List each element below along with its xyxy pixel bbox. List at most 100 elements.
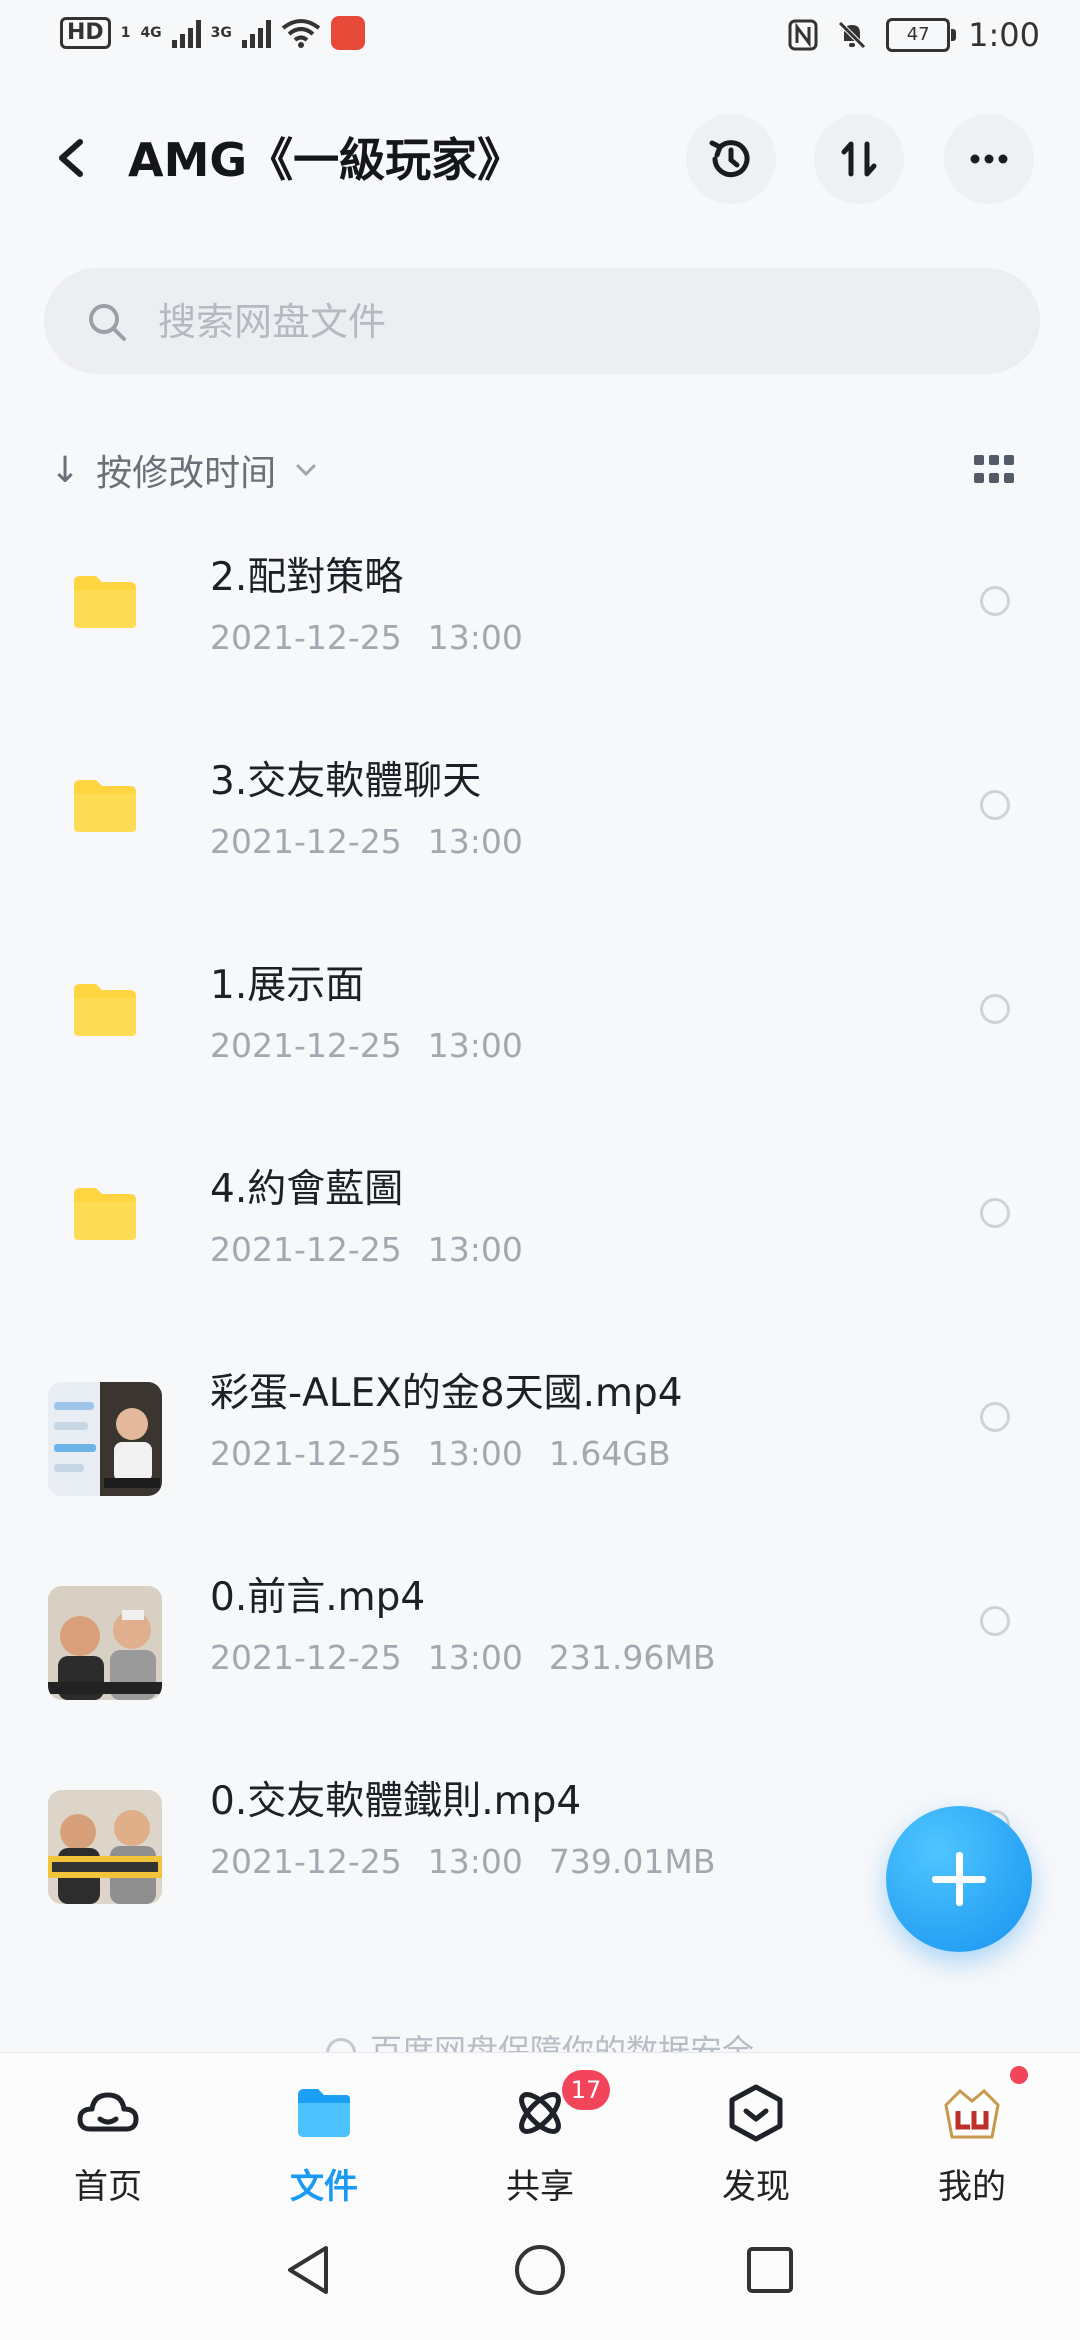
- file-row[interactable]: 3.交友軟體聊天 2021-12-25 13:00: [0, 714, 1080, 918]
- chevron-left-icon: [59, 139, 83, 177]
- clock: 1:00: [968, 16, 1040, 54]
- folder-icon: [74, 1188, 136, 1240]
- file-date: 2021-12-25: [210, 618, 402, 657]
- status-right: 47 1:00: [788, 16, 1040, 54]
- history-button[interactable]: [686, 114, 776, 204]
- file-time: 13:00: [427, 1230, 523, 1269]
- file-meta: 2021-12-25 13:00: [210, 1026, 549, 1065]
- file-date: 2021-12-25: [210, 822, 402, 861]
- nav-home[interactable]: 首页: [0, 2053, 216, 2207]
- system-recents-icon[interactable]: [744, 2242, 796, 2298]
- file-meta: 2021-12-25 13:00 1.64GB: [210, 1434, 697, 1473]
- file-size: 231.96MB: [548, 1638, 716, 1677]
- discover-icon: [729, 2084, 783, 2142]
- history-icon: [709, 140, 750, 178]
- nav-share[interactable]: 共享: [432, 2053, 648, 2207]
- file-name: 1.展示面: [210, 963, 365, 1008]
- file-date: 2021-12-25: [210, 1434, 402, 1473]
- file-name: 0.交友軟體鐵則.mp4: [210, 1779, 582, 1824]
- search-icon: [89, 304, 126, 341]
- cloud-home-icon: [77, 2092, 139, 2132]
- nfc-icon: [788, 19, 818, 51]
- select-checkbox[interactable]: [980, 1198, 1010, 1228]
- file-date: 2021-12-25: [210, 1230, 402, 1269]
- nav-label: 发现: [722, 2167, 790, 2207]
- folder-icon: [74, 576, 136, 628]
- file-meta: 2021-12-25 13:00: [210, 1230, 549, 1269]
- system-home-icon[interactable]: [512, 2242, 568, 2298]
- network-type-1: 4G: [140, 25, 162, 41]
- file-name: 4.約會藍圖: [210, 1167, 404, 1212]
- file-name: 2.配對策略: [210, 555, 404, 600]
- file-time: 13:00: [427, 822, 523, 861]
- nav-discover[interactable]: 发现: [648, 2053, 864, 2207]
- system-nav-bar: [0, 2202, 1080, 2340]
- folder-icon: [298, 2089, 350, 2137]
- file-row[interactable]: 彩蛋-ALEX的金8天國.mp4 2021-12-25 13:00 1.64GB: [0, 1326, 1080, 1530]
- search-input[interactable]: [156, 292, 960, 352]
- nav-label: 首页: [74, 2167, 142, 2207]
- app-notification-icon: [330, 16, 365, 50]
- status-left: HD 1 4G 3G: [60, 16, 365, 50]
- video-thumbnail: [48, 1586, 162, 1700]
- signal-icon-2: [241, 18, 271, 48]
- file-name: 0.前言.mp4: [210, 1575, 426, 1620]
- chevron-down-icon: [296, 464, 316, 477]
- select-checkbox[interactable]: [980, 994, 1010, 1024]
- file-meta: 2021-12-25 13:00: [210, 618, 549, 657]
- select-checkbox[interactable]: [980, 790, 1010, 820]
- more-icon: [970, 154, 1008, 164]
- select-checkbox[interactable]: [980, 1606, 1010, 1636]
- file-size: 1.64GB: [548, 1434, 671, 1473]
- sort-label: 按修改时间: [96, 453, 277, 494]
- sim-indicator: 1: [120, 25, 131, 41]
- file-date: 2021-12-25: [210, 1026, 402, 1065]
- page-title: AMG《一級玩家》: [128, 133, 524, 187]
- network-type-2: 3G: [210, 25, 232, 41]
- more-button[interactable]: [944, 114, 1034, 204]
- avatar-icon: [944, 2088, 1000, 2139]
- video-thumbnail: [48, 1382, 162, 1496]
- hd-indicator: HD: [60, 17, 111, 49]
- file-date: 2021-12-25: [210, 1842, 402, 1881]
- file-row[interactable]: 1.展示面 2021-12-25 13:00: [0, 918, 1080, 1122]
- bottom-nav: 首页 文件 共享 发现 我的: [0, 2052, 1080, 2207]
- nav-label: 我的: [938, 2167, 1006, 2207]
- file-meta: 2021-12-25 13:00 231.96MB: [210, 1638, 741, 1677]
- nav-files[interactable]: 文件: [216, 2053, 432, 2207]
- file-row[interactable]: 4.約會藍圖 2021-12-25 13:00: [0, 1122, 1080, 1326]
- wifi-icon: [281, 19, 321, 48]
- file-meta: 2021-12-25 13:00: [210, 822, 549, 861]
- file-time: 13:00: [427, 1434, 523, 1473]
- select-checkbox[interactable]: [980, 1402, 1010, 1432]
- file-time: 13:00: [427, 1638, 523, 1677]
- system-back-icon[interactable]: [282, 2242, 336, 2298]
- file-time: 13:00: [427, 618, 523, 657]
- add-button[interactable]: [886, 1806, 1032, 1952]
- title-bar: AMG《一級玩家》: [0, 110, 1080, 210]
- file-date: 2021-12-25: [210, 1638, 402, 1677]
- file-name: 彩蛋-ALEX的金8天國.mp4: [210, 1371, 683, 1416]
- nav-label: 共享: [506, 2167, 574, 2207]
- select-checkbox[interactable]: [980, 586, 1010, 616]
- battery-indicator: 47: [886, 18, 957, 52]
- file-row[interactable]: 0.前言.mp4 2021-12-25 13:00 231.96MB: [0, 1530, 1080, 1734]
- transfer-button[interactable]: [814, 114, 904, 204]
- folder-icon: [74, 984, 136, 1036]
- sort-selector[interactable]: ↓ 按修改时间: [50, 440, 318, 500]
- back-button[interactable]: [48, 128, 98, 188]
- signal-icon: [171, 18, 201, 48]
- notification-dot: [1010, 2066, 1028, 2084]
- grid-view-toggle[interactable]: [974, 455, 1014, 485]
- search-bar[interactable]: [44, 268, 1040, 374]
- folder-icon: [74, 780, 136, 832]
- video-thumbnail: [48, 1790, 162, 1904]
- mute-bell-icon: [838, 21, 866, 49]
- nav-label: 文件: [290, 2167, 358, 2207]
- nav-me[interactable]: 我的: [864, 2053, 1080, 2207]
- file-time: 13:00: [427, 1026, 523, 1065]
- file-size: 739.01MB: [548, 1842, 716, 1881]
- file-row[interactable]: 2.配對策略 2021-12-25 13:00: [0, 510, 1080, 714]
- file-name: 3.交友軟體聊天: [210, 759, 482, 804]
- file-time: 13:00: [427, 1842, 523, 1881]
